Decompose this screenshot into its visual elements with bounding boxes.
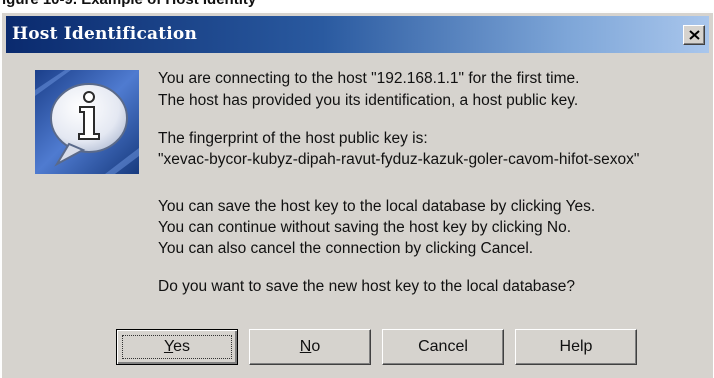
message-line-7: You can also cancel the connection by cl… [158,240,534,257]
fingerprint-text: "xevac-bycor-kubyz-dipah-ravut-fyduz-kaz… [158,151,640,168]
help-button[interactable]: Help [515,329,637,365]
cancel-button-label: Cancel [418,338,468,355]
no-button-label: o [311,338,321,355]
question-text: Do you want to save the new host key to … [158,278,576,295]
cancel-button[interactable]: Cancel [382,329,504,365]
message-line-5: You can save the host key to the local d… [158,198,596,215]
message-line-3: The fingerprint of the host public key i… [158,130,428,147]
figure-caption-text: igure 10-9. Example of Host Identity [2,0,256,8]
yes-button[interactable]: Yes [116,329,238,365]
close-icon [689,30,700,40]
title-bar[interactable]: Host Identification [6,16,709,53]
yes-button-label: es [173,338,191,355]
figure-caption: igure 10-9. Example of Host Identity [0,0,714,9]
host-identification-dialog: Host Identification You are connecting t… [0,11,713,378]
message-line-2: The host has provided you its identifica… [158,92,579,109]
no-button-mnemonic: N [299,338,312,355]
message-line-6: You can continue without saving the host… [158,219,572,236]
close-button[interactable] [683,25,705,45]
dialog-title: Host Identification [12,24,198,44]
info-icon [35,70,139,174]
help-button-label: Help [559,338,593,355]
message-line-1: You are connecting to the host "192.168.… [158,70,580,87]
yes-button-mnemonic: Y [163,338,174,355]
no-button[interactable]: No [249,329,371,365]
